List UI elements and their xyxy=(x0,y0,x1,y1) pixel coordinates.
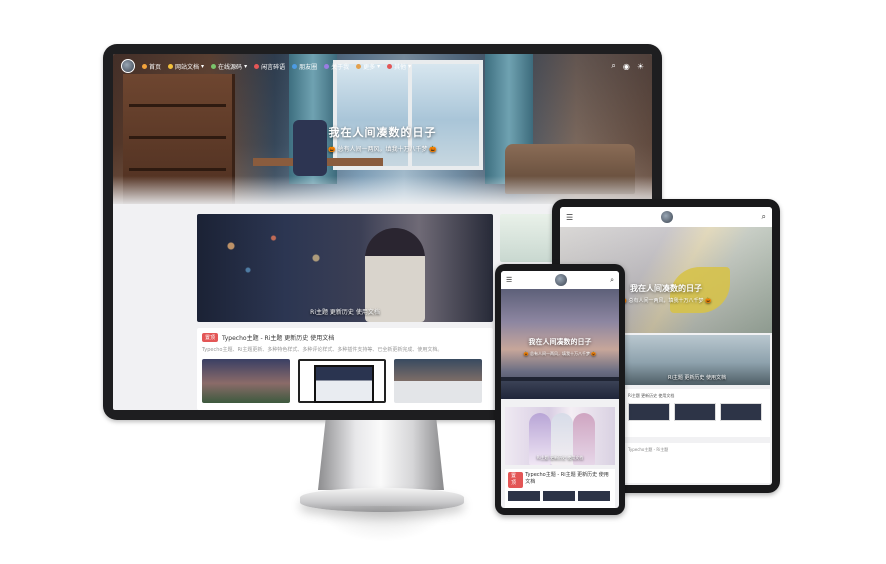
nav-item-docs[interactable]: 网站文档 ▾ xyxy=(168,62,204,71)
code-icon xyxy=(211,63,217,69)
thumbnail[interactable] xyxy=(720,403,762,421)
chevron-down-icon: ▾ xyxy=(408,62,412,70)
nav-label: 在线源码 xyxy=(218,63,243,71)
desktop-hero: 首页 网站文档 ▾ 在线源码 ▾ 闲言碎语 朋友圈 关于我 更多 ▾ 其他 ▾ ⌕ ◉ … xyxy=(113,54,652,204)
thumbnail[interactable] xyxy=(543,491,575,501)
hero-subtitle: 🎃 总有人间一两风，填我十万八千梦 🎃 xyxy=(523,351,597,356)
banner-caption: Ri主题 更新历史 使用文档 xyxy=(667,375,727,381)
nav-label: 首页 xyxy=(149,63,162,71)
nav-label: 关于我 xyxy=(331,63,350,71)
thumbnail-preview[interactable] xyxy=(394,359,482,403)
avatar[interactable] xyxy=(555,274,568,286)
nav-item-source[interactable]: 在线源码 ▾ xyxy=(211,62,247,71)
nav-item-other[interactable]: 其他 ▾ xyxy=(387,62,411,71)
post-title-row: 置顶 Typecho主题 - Ri主题 更新历史 使用文档 xyxy=(202,333,488,342)
post-title-row: 置顶 Typecho主题 - Ri主题 更新历史 使用文档 xyxy=(508,472,612,488)
post-title[interactable]: Typecho主题 - Ri主题 更新历史 使用文档 xyxy=(222,333,334,342)
nav-label: 更多 xyxy=(363,63,376,71)
menu-icon[interactable]: ☰ xyxy=(506,276,512,284)
nav-item-friends[interactable]: 朋友圈 xyxy=(292,62,317,71)
chevron-down-icon: ▾ xyxy=(377,62,381,70)
site-logo[interactable] xyxy=(121,59,135,73)
note-icon xyxy=(254,63,260,69)
city-lights-illustration xyxy=(197,214,367,294)
chevron-down-icon: ▾ xyxy=(201,62,205,70)
tablet-nav: ☰ ⌕ xyxy=(560,207,772,227)
search-icon[interactable]: ⌕ xyxy=(762,212,766,222)
desktop-nav: 首页 网站文档 ▾ 在线源码 ▾ 闲言碎语 朋友圈 关于我 更多 ▾ 其他 ▾ ⌕ ◉ … xyxy=(113,54,652,78)
banner-caption: Ri主题 更新历史 使用文档 xyxy=(536,455,584,460)
nav-item-about[interactable]: 关于我 xyxy=(324,62,349,71)
nav-label: 网站文档 xyxy=(175,63,200,71)
nav-item-notes[interactable]: 闲言碎语 xyxy=(254,62,285,71)
featured-banner[interactable]: Ri主题 更新历史 使用文档 xyxy=(197,214,493,322)
water-illustration xyxy=(501,381,619,399)
footer-card: Typecho主题 - Ri主题 xyxy=(624,443,770,483)
post-card[interactable]: Ri主题 更新历史 使用文档 xyxy=(624,389,770,437)
nav-label: 其他 xyxy=(394,63,407,71)
pinned-badge: 置顶 xyxy=(202,333,219,342)
post-excerpt: Typecho主题、Ri主题更新、多种特色样式、多种评论样式、多种插件支持等、已… xyxy=(202,347,443,353)
nav-label: 朋友圈 xyxy=(299,63,318,71)
search-icon[interactable]: ⌕ xyxy=(611,61,615,71)
thumbnail-landscape[interactable] xyxy=(202,359,290,403)
nav-item-more[interactable]: 更多 ▾ xyxy=(356,62,380,71)
monitor-neck xyxy=(318,420,444,490)
pinned-badge: 置顶 xyxy=(508,472,524,488)
friends-icon xyxy=(292,63,298,69)
search-icon[interactable]: ⌕ xyxy=(610,276,614,285)
post-thumbnails xyxy=(202,359,488,403)
phone-screen: ☰ ⌕ 我在人间凑数的日子 🎃 总有人间一两风，填我十万八千梦 🎃 Ri主题 更… xyxy=(501,271,619,508)
chevron-down-icon: ▾ xyxy=(244,62,248,70)
monitor-shadow xyxy=(318,506,448,542)
featured-banner[interactable]: Ri主题 更新历史 使用文档 xyxy=(505,407,615,465)
post-card[interactable]: 置顶 Typecho主题 - Ri主题 更新历史 使用文档 xyxy=(505,469,615,508)
hero-subtitle: 🎃 总有人间一两风，填我十万八千梦 🎃 xyxy=(328,146,437,153)
hero-title: 我在人间凑数的日子 xyxy=(328,126,437,139)
sun-icon[interactable]: ☀ xyxy=(637,62,644,71)
other-icon xyxy=(387,63,393,69)
docs-icon xyxy=(168,63,174,69)
post-thumbnails xyxy=(628,403,766,421)
about-icon xyxy=(324,63,330,69)
post-thumbnails xyxy=(508,491,612,501)
phone-hero: 我在人间凑数的日子 🎃 总有人间一两风，填我十万八千梦 🎃 xyxy=(501,289,619,399)
thumbnail[interactable] xyxy=(508,491,540,501)
phone-nav: ☰ ⌕ xyxy=(501,271,619,289)
post-title[interactable]: Typecho主题 - Ri主题 更新历史 使用文档 xyxy=(525,472,612,486)
thumbnail-screenshot[interactable] xyxy=(298,359,386,403)
more-icon xyxy=(356,63,362,69)
hero-title: 我在人间凑数的日子 xyxy=(528,338,592,346)
footer-text: Typecho主题 - Ri主题 xyxy=(628,447,669,452)
post-title[interactable]: Ri主题 更新历史 使用文档 xyxy=(628,393,766,399)
featured-banner[interactable]: Ri主题 更新历史 使用文档 xyxy=(624,335,770,385)
thumbnail[interactable] xyxy=(674,403,716,421)
thumbnail[interactable] xyxy=(628,403,670,421)
user-icon[interactable]: ◉ xyxy=(623,62,630,71)
banner-caption: Ri主题 更新历史 使用文档 xyxy=(310,309,380,316)
menu-icon[interactable]: ☰ xyxy=(566,213,573,222)
home-icon xyxy=(142,63,147,69)
thumbnail[interactable] xyxy=(578,491,610,501)
avatar[interactable] xyxy=(661,211,674,223)
post-card[interactable]: 置顶 Typecho主题 - Ri主题 更新历史 使用文档 Typecho主题、… xyxy=(197,328,493,410)
phone-device: ☰ ⌕ 我在人间凑数的日子 🎃 总有人间一两风，填我十万八千梦 🎃 Ri主题 更… xyxy=(495,264,625,515)
nav-label: 闲言碎语 xyxy=(261,63,286,71)
nav-item-home[interactable]: 首页 xyxy=(142,62,161,71)
